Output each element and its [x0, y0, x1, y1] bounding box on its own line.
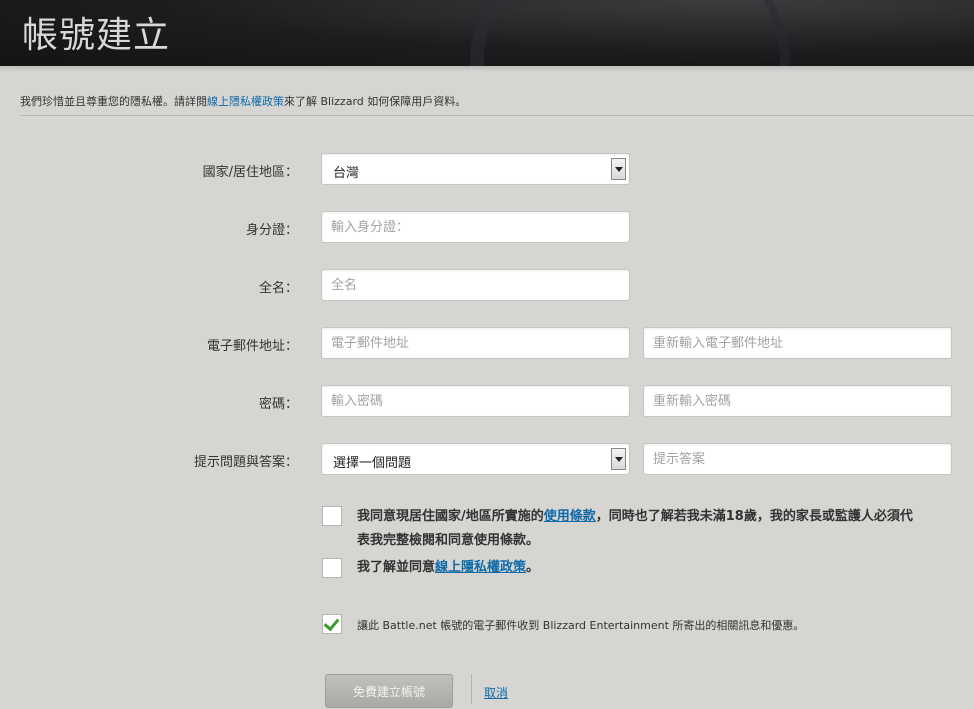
divider [20, 115, 974, 116]
password-confirm-input[interactable] [644, 386, 951, 416]
chevron-down-icon[interactable] [611, 448, 626, 470]
privacy-policy-link[interactable]: 線上隱私權政策 [207, 95, 284, 108]
country-select[interactable]: 台灣 [321, 153, 630, 185]
promo-text: 讓此 Battle.net 帳號的電子郵件收到 Blizzard Enterta… [357, 619, 805, 632]
terms-text-line2: 表我完整檢閱和同意使用條款。 [357, 533, 540, 548]
full-name-input[interactable] [322, 270, 629, 300]
terms-text-part1: 我同意現居住國家/地區所實施的 [357, 509, 544, 524]
action-divider [471, 674, 472, 704]
promo-checkbox[interactable] [322, 614, 342, 634]
password-label: 密碼： [258, 397, 298, 412]
terms-of-use-link[interactable]: 使用條款 [544, 509, 596, 524]
email-confirm-field[interactable] [643, 327, 952, 359]
privacy-notice-suffix: 來了解 Blizzard 如何保障用戶資料。 [284, 95, 467, 108]
privacy-checkbox[interactable] [322, 558, 342, 578]
privacy-agreement-link[interactable]: 線上隱私權政策 [435, 560, 526, 575]
privacy-agreement-part1: 我了解並同意 [357, 560, 436, 575]
full-name-field[interactable] [321, 269, 630, 301]
terms-checkbox[interactable] [322, 506, 342, 526]
security-answer-field[interactable] [643, 443, 952, 475]
full-name-label: 全名： [258, 281, 298, 296]
privacy-notice: 我們珍惜並且尊重您的隱私權。請詳閱線上隱私權政策來了解 Blizzard 如何保… [20, 93, 466, 109]
email-field[interactable] [321, 327, 630, 359]
checkmark-icon [323, 614, 340, 632]
country-label: 國家/居住地區： [202, 165, 298, 180]
security-question-value: 選擇一個問題 [333, 456, 412, 471]
security-question-select[interactable]: 選擇一個問題 [321, 443, 630, 475]
header-decoration-2 [520, 0, 790, 66]
email-label: 電子郵件地址： [206, 339, 298, 354]
privacy-agreement-part2: 。 [526, 560, 540, 575]
password-field[interactable] [321, 385, 630, 417]
terms-text: 我同意現居住國家/地區所實施的使用條款，同時也了解若我未滿18歲，我的家長或監護… [357, 505, 913, 553]
id-number-input[interactable] [322, 212, 629, 242]
cancel-link[interactable]: 取消 [484, 684, 508, 701]
password-confirm-field[interactable] [643, 385, 952, 417]
id-number-label: 身分證： [245, 223, 298, 238]
header-shadow [0, 66, 974, 72]
password-input[interactable] [322, 386, 629, 416]
privacy-agreement-text: 我了解並同意線上隱私權政策。 [357, 556, 539, 580]
page-header: 帳號建立 [0, 0, 974, 66]
email-confirm-input[interactable] [644, 328, 951, 358]
security-question-label: 提示問題與答案： [193, 455, 298, 470]
chevron-down-icon[interactable] [611, 158, 626, 180]
email-input[interactable] [322, 328, 629, 358]
terms-text-part2: ，同時也了解若我未滿18歲，我的家長或監護人必須代 [595, 509, 913, 524]
id-number-field[interactable] [321, 211, 630, 243]
page-title: 帳號建立 [22, 15, 171, 56]
create-account-button[interactable]: 免費建立帳號 [325, 674, 453, 708]
security-answer-input[interactable] [644, 444, 951, 474]
privacy-notice-prefix: 我們珍惜並且尊重您的隱私權。請詳閱 [20, 95, 207, 108]
country-select-value: 台灣 [333, 166, 360, 181]
